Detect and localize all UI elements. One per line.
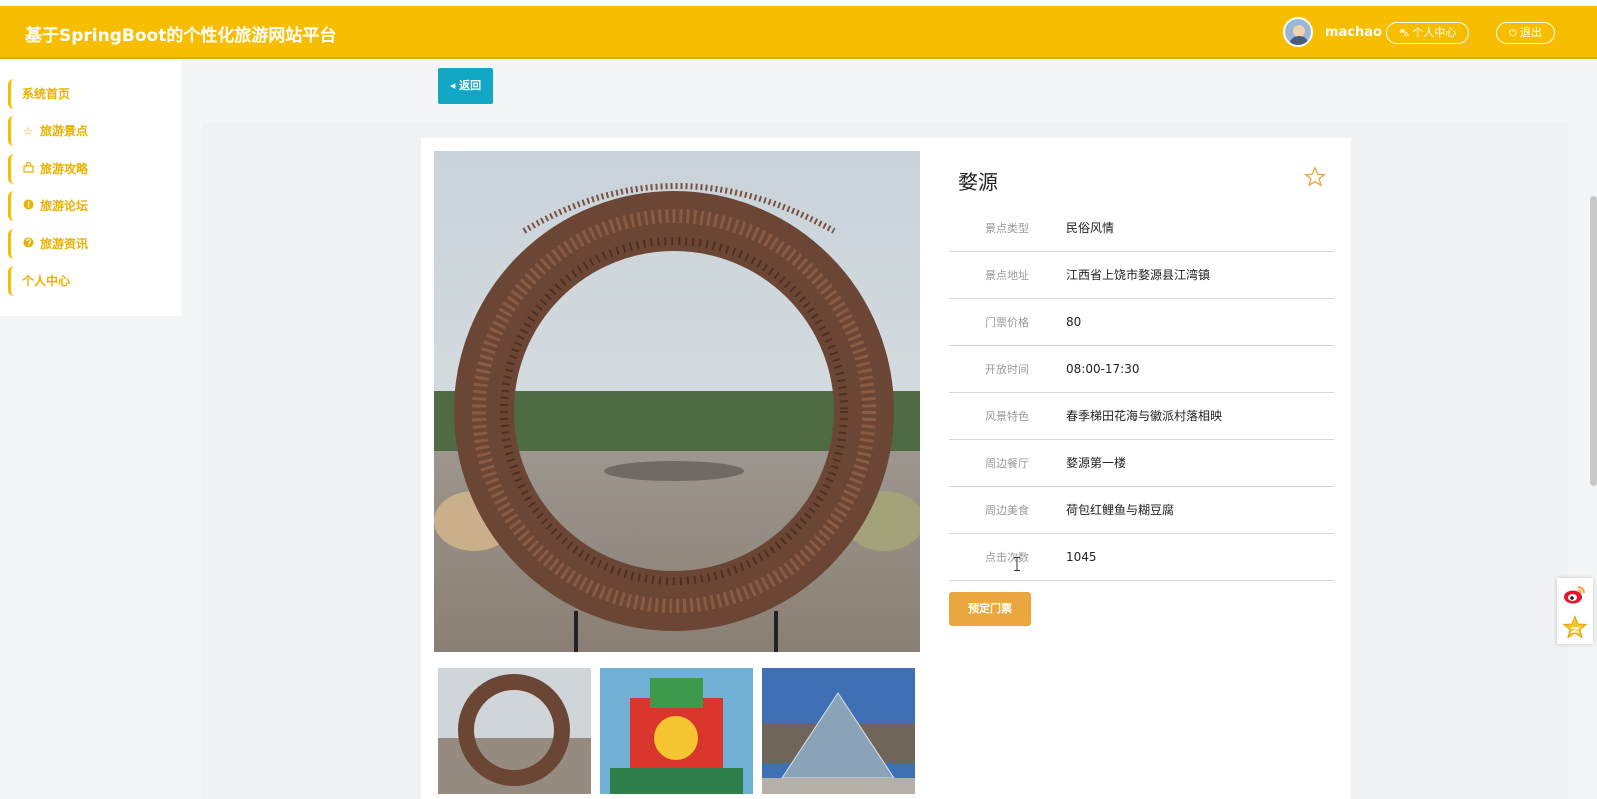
question-circle-icon [22, 230, 34, 260]
favorite-star-shape [1304, 166, 1326, 187]
sidebar-item-label: 旅游资讯 [40, 237, 89, 251]
site-title: 基于SpringBoot的个性化旅游网站平台 [25, 26, 337, 46]
info-value: 80 [1066, 315, 1082, 329]
thumbnail-1[interactable] [438, 668, 591, 794]
info-value: 民俗风情 [1066, 221, 1115, 235]
info-value: 荷包红鲤鱼与糊豆腐 [1066, 503, 1175, 517]
thumbnail-1-drawing [438, 668, 591, 794]
info-value: 08:00-17:30 [1066, 362, 1140, 376]
info-label: 景点地址 [985, 269, 1029, 282]
thumbnail-3-drawing [762, 668, 915, 794]
logout-label: 退出 [1519, 26, 1542, 39]
info-row-hours: 开放时间 08:00-17:30 [949, 346, 1334, 393]
main-spot-image [434, 151, 920, 652]
info-value: 春季梯田花海与徽派村落相映 [1066, 409, 1223, 423]
info-label: 周边餐厅 [985, 457, 1029, 470]
car-icon: ⛍ [1399, 28, 1410, 39]
favorite-star-icon[interactable] [1304, 166, 1326, 188]
spot-name: 婺源 [958, 170, 998, 194]
text-cursor-icon [1014, 556, 1020, 571]
question-circle-shape [23, 237, 33, 248]
sidebar-item-spots[interactable]: ☆ 旅游景点 [8, 116, 168, 146]
bag-shape [22, 161, 34, 173]
info-row-type: 景点类型 民俗风情 [949, 205, 1334, 252]
sidebar-item-guides[interactable]: 旅游攻略 [8, 154, 168, 184]
sidebar-item-user-center[interactable]: 个人中心 [8, 266, 168, 296]
sidebar-item-label: 旅游攻略 [40, 162, 89, 176]
weibo-shape [1564, 586, 1585, 604]
logout-button[interactable]: ⏻ 退出 [1496, 22, 1555, 44]
qzone-star-icon[interactable] [1562, 615, 1588, 639]
info-row-address: 景点地址 江西省上饶市婺源县江湾镇 [949, 252, 1334, 299]
thumbnail-2-drawing [600, 668, 753, 794]
info-row-price: 门票价格 80 [949, 299, 1334, 346]
sidebar-item-home[interactable]: 系统首页 [8, 79, 168, 109]
info-circle-shape [23, 199, 33, 210]
qzone-star-shape [1562, 615, 1588, 639]
sidebar-item-label: 旅游论坛 [40, 199, 89, 213]
avatar-body [1289, 36, 1309, 45]
info-circle-icon [22, 192, 34, 222]
info-value: 1045 [1066, 550, 1097, 564]
back-button[interactable]: ◂ 返回 [438, 68, 493, 104]
info-label: 门票价格 [985, 316, 1029, 329]
sidebar-item-label: 旅游景点 [40, 124, 89, 138]
share-panel [1557, 578, 1593, 644]
info-label: 开放时间 [985, 363, 1029, 376]
username: machao [1325, 25, 1382, 40]
info-value: 婺源第一楼 [1066, 456, 1127, 470]
sidebar: 系统首页 ☆ 旅游景点 旅游攻略 旅游论坛 旅游资讯 个人中心 [0, 61, 181, 316]
info-row-restaurant: 周边餐厅 婺源第一楼 [949, 440, 1334, 487]
user-center-button[interactable]: ⛍ 个人中心 [1386, 22, 1470, 44]
info-row-food: 周边美食 荷包红鲤鱼与糊豆腐 [949, 487, 1334, 534]
chevron-left-icon: ◂ [449, 79, 460, 92]
header-bar: 基于SpringBoot的个性化旅游网站平台 machao ⛍ 个人中心 ⏻ 退出 [0, 6, 1597, 59]
sidebar-item-news[interactable]: 旅游资讯 [8, 229, 168, 259]
info-row-feature: 风景特色 春季梯田花海与徽派村落相映 [949, 393, 1334, 440]
sidebar-item-label: 系统首页 [22, 87, 71, 101]
info-label: 周边美食 [985, 504, 1029, 517]
info-label: 景点类型 [985, 222, 1029, 235]
info-value: 江西省上饶市婺源县江湾镇 [1066, 268, 1211, 282]
avatar[interactable] [1283, 17, 1313, 47]
user-center-label: 个人中心 [1412, 26, 1457, 39]
info-label: 风景特色 [985, 410, 1029, 423]
text-cursor-shape [1014, 557, 1020, 571]
main-image-drawing [434, 151, 920, 652]
power-icon: ⏻ [1509, 28, 1517, 39]
back-label: 返回 [459, 79, 482, 92]
book-ticket-button[interactable]: 预定门票 [949, 592, 1031, 626]
weibo-icon[interactable] [1563, 583, 1587, 607]
star-icon: ☆ [23, 125, 33, 138]
sidebar-item-forum[interactable]: 旅游论坛 [8, 191, 168, 221]
sidebar-item-label: 个人中心 [22, 274, 71, 288]
bag-icon [22, 155, 34, 185]
thumbnail-3[interactable] [762, 668, 915, 794]
scrollbar-thumb[interactable] [1590, 196, 1597, 486]
thumbnail-2[interactable] [600, 668, 753, 794]
info-row-clicks: 点击次数 1045 [949, 534, 1334, 581]
